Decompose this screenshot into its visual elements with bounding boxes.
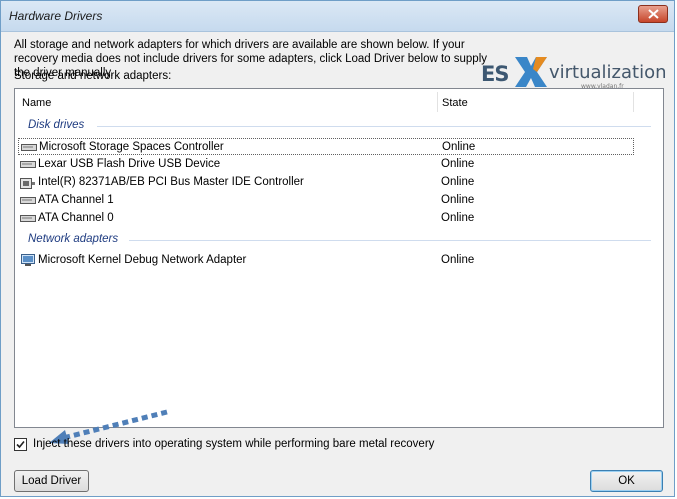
adapter-state: Online <box>441 158 475 170</box>
load-driver-button[interactable]: Load Driver <box>14 470 89 492</box>
close-icon <box>648 9 659 19</box>
adapters-list[interactable]: Name State Disk drives Microsoft Storage… <box>14 88 664 428</box>
network-adapter-icon <box>21 254 35 266</box>
column-header-state[interactable]: State <box>442 97 468 109</box>
column-divider[interactable] <box>633 92 634 112</box>
window-title: Hardware Drivers <box>9 9 103 23</box>
adapter-state: Online <box>442 141 476 153</box>
hardware-drivers-dialog: Hardware Drivers All storage and network… <box>0 0 675 497</box>
adapter-name: Microsoft Storage Spaces Controller <box>39 141 224 153</box>
column-header-name[interactable]: Name <box>22 97 51 109</box>
adapter-state: Online <box>441 176 475 188</box>
list-item[interactable]: ATA Channel 0 Online <box>18 210 634 227</box>
load-driver-label: Load Driver <box>21 475 82 487</box>
adapter-name: Lexar USB Flash Drive USB Device <box>38 158 221 170</box>
column-divider[interactable] <box>437 92 438 112</box>
controller-icon <box>20 178 35 189</box>
group-divider <box>97 126 651 127</box>
checkmark-icon <box>16 440 25 449</box>
drive-icon <box>20 215 36 222</box>
adapter-name: ATA Channel 0 <box>38 212 114 224</box>
group-header-network-adapters[interactable]: Network adapters <box>28 233 118 245</box>
ok-label: OK <box>618 475 635 487</box>
adapter-name: ATA Channel 1 <box>38 194 114 206</box>
close-button[interactable] <box>638 5 668 23</box>
title-bar[interactable]: Hardware Drivers <box>1 1 674 32</box>
adapter-state: Online <box>441 194 475 206</box>
drive-icon <box>21 144 37 151</box>
adapter-state: Online <box>441 254 475 266</box>
list-item[interactable]: Microsoft Kernel Debug Network Adapter O… <box>18 252 634 269</box>
logo-x-icon <box>515 57 547 87</box>
group-header-disk-drives[interactable]: Disk drives <box>28 119 84 131</box>
adapter-state: Online <box>441 212 475 224</box>
ok-button[interactable]: OK <box>590 470 663 492</box>
list-item[interactable]: Lexar USB Flash Drive USB Device Online <box>18 156 634 173</box>
dialog-body: All storage and network adapters for whi… <box>1 32 674 496</box>
drive-icon <box>20 161 36 168</box>
adapter-name: Intel(R) 82371AB/EB PCI Bus Master IDE C… <box>38 176 304 188</box>
list-item[interactable]: Microsoft Storage Spaces Controller Onli… <box>18 138 634 155</box>
group-divider <box>129 240 651 241</box>
list-item[interactable]: ATA Channel 1 Online <box>18 192 634 209</box>
adapters-list-label: Storage and network adapters: <box>14 70 172 82</box>
list-item[interactable]: Intel(R) 82371AB/EB PCI Bus Master IDE C… <box>18 174 634 191</box>
logo-es-text: ES <box>481 62 510 86</box>
inject-drivers-label: Inject these drivers into operating syst… <box>33 438 435 450</box>
adapter-name: Microsoft Kernel Debug Network Adapter <box>38 254 247 266</box>
inject-drivers-checkbox[interactable] <box>14 438 27 451</box>
logo-virtualization-text: virtualization <box>549 62 667 83</box>
drive-icon <box>20 197 36 204</box>
list-header: Name State <box>15 89 663 115</box>
esx-virtualization-logo: ES virtualization www.vladan.fr <box>475 57 671 90</box>
